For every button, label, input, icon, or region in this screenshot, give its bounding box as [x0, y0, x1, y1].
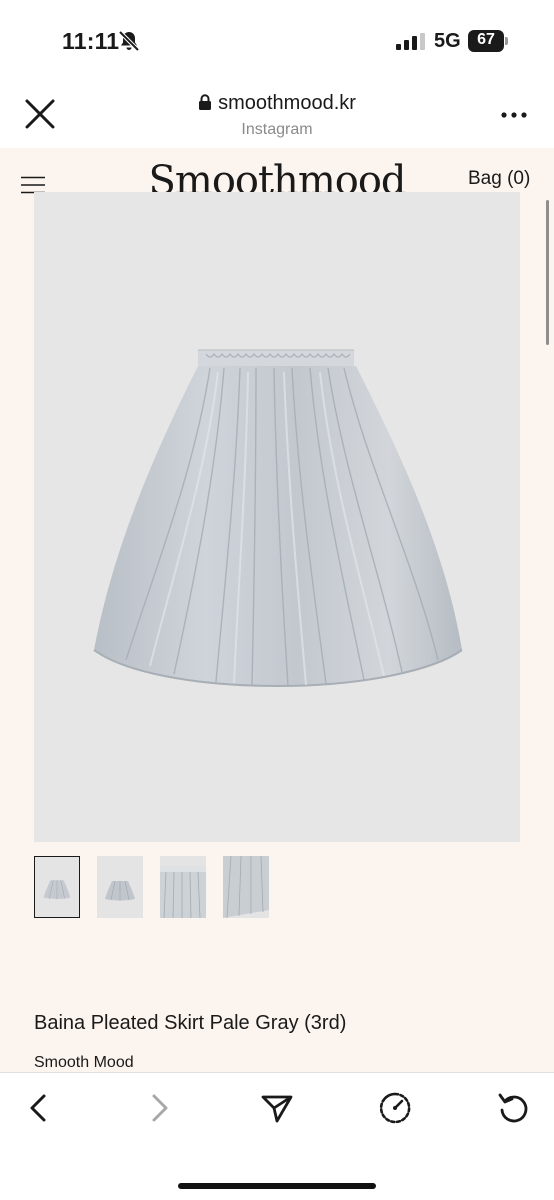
battery-icon: 67: [468, 30, 508, 52]
product-title: Baina Pleated Skirt Pale Gray (3rd): [34, 1012, 347, 1034]
browser-header: smoothmood.kr Instagram: [0, 78, 554, 148]
signal-icon: [396, 33, 425, 50]
battery-tip: [505, 37, 508, 45]
thumbnail-2[interactable]: [97, 856, 143, 918]
scroll-indicator[interactable]: [546, 200, 549, 345]
status-bar: 11:11 5G 67: [0, 0, 554, 78]
browser-toolbar: [0, 1072, 554, 1200]
product-image[interactable]: [34, 192, 520, 842]
reload-icon[interactable]: [497, 1091, 531, 1125]
network-label: 5G: [434, 30, 461, 52]
skirt-illustration: [93, 349, 463, 688]
home-indicator: [178, 1183, 376, 1189]
battery-level: 67: [477, 31, 495, 48]
status-time: 11:11: [62, 28, 120, 54]
skirt-thumbnail-image: [43, 880, 71, 900]
web-page: Smoothmood Bag (0) Baina Pleated Skirt P…: [0, 148, 554, 1072]
thumbnail-1[interactable]: [34, 856, 80, 918]
url-bar[interactable]: smoothmood.kr: [0, 92, 554, 115]
forward-icon[interactable]: [142, 1091, 176, 1125]
share-icon[interactable]: [260, 1091, 294, 1125]
bag-link[interactable]: Bag (0): [468, 168, 530, 190]
thumbnail-4[interactable]: [223, 856, 269, 918]
product-brand[interactable]: Smooth Mood: [34, 1054, 134, 1072]
skirt-thumbnail-image: [105, 880, 135, 901]
skirt-thumbnail-image: [223, 856, 269, 918]
url-text: smoothmood.kr: [218, 92, 356, 114]
skirt-thumbnail-image: [160, 866, 206, 918]
source-label: Instagram: [241, 121, 313, 138]
speed-icon[interactable]: [378, 1091, 412, 1125]
thumbnail-3[interactable]: [160, 856, 206, 918]
more-icon[interactable]: [500, 111, 528, 119]
bell-slash-icon: [118, 30, 140, 52]
back-icon[interactable]: [22, 1091, 56, 1125]
lock-icon: [199, 94, 212, 110]
